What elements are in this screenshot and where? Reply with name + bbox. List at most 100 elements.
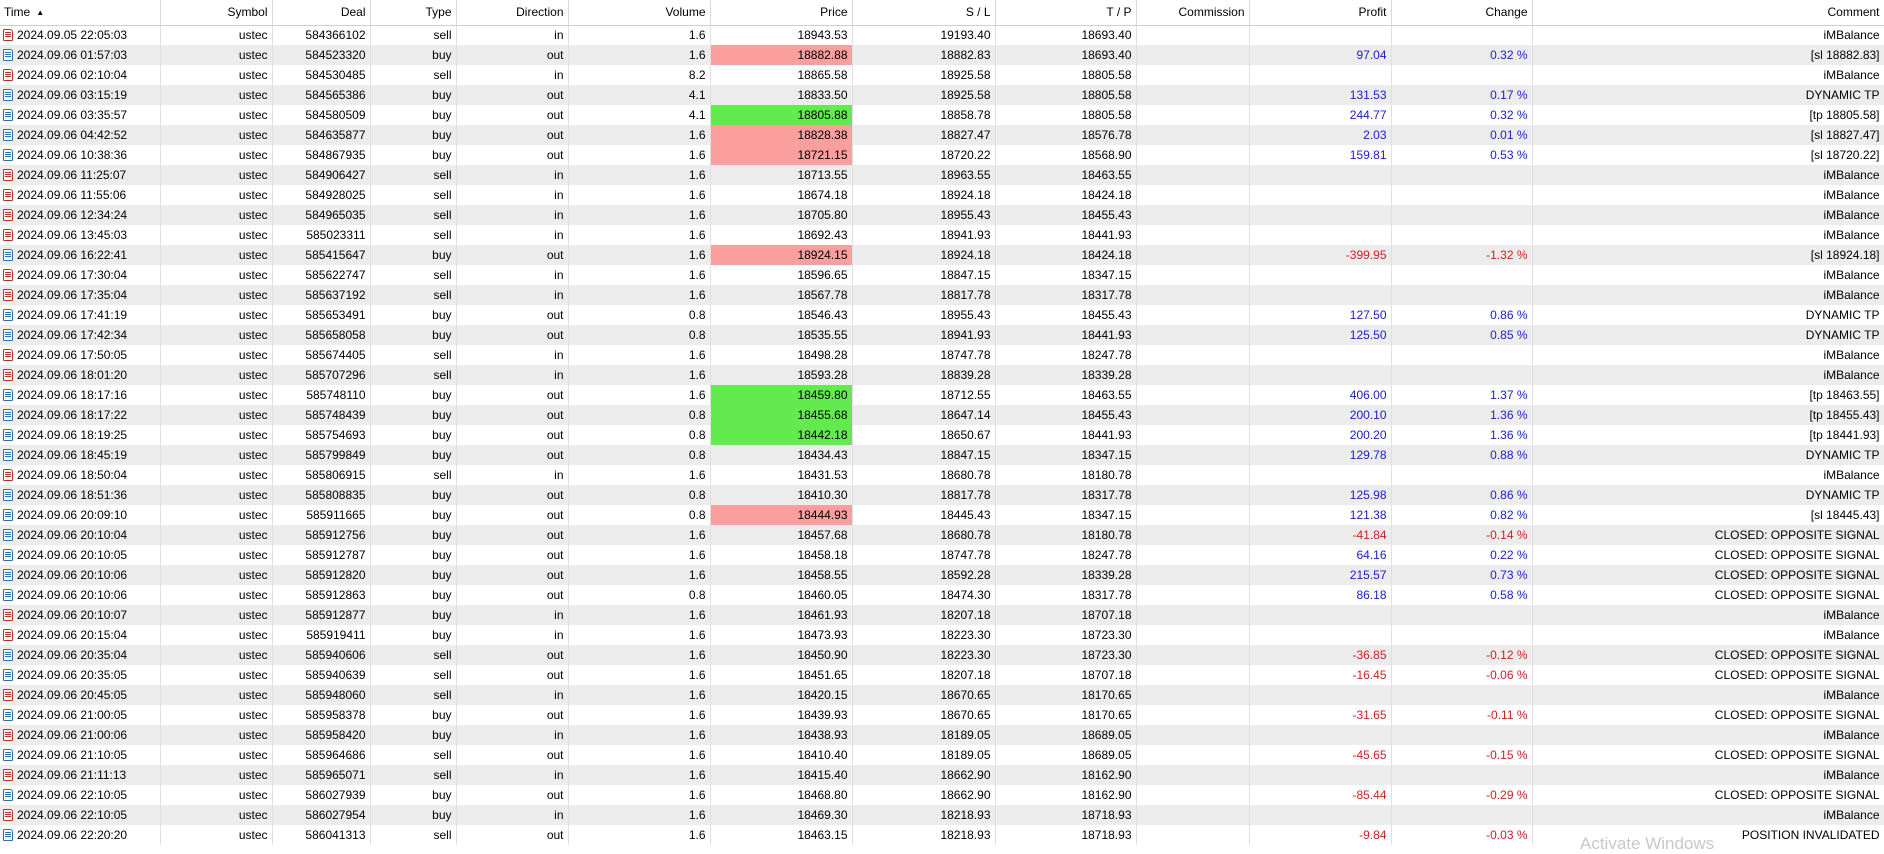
column-header-commission[interactable]: Commission [1136, 0, 1250, 26]
table-row[interactable]: 2024.09.06 17:30:04 ustec 585622747 sell in 1… [0, 265, 1884, 285]
table-row[interactable]: 2024.09.06 11:55:06 ustec 584928025 sell in 1… [0, 185, 1884, 205]
cell-time: 2024.09.06 03:15:19 [0, 85, 161, 105]
cell-commission [1136, 205, 1250, 225]
cell-type: buy [370, 305, 457, 325]
column-header-volume[interactable]: Volume [568, 0, 711, 26]
column-header-deal[interactable]: Deal [272, 0, 371, 26]
table-row[interactable]: 2024.09.06 18:50:04 ustec 585806915 sell in 1… [0, 465, 1884, 485]
table-row[interactable]: 2024.09.06 18:17:22 ustec 585748439 buy out 0… [0, 405, 1884, 425]
cell-symbol: ustec [160, 485, 273, 505]
column-header-direction[interactable]: Direction [456, 0, 569, 26]
cell-time: 2024.09.06 16:22:41 [0, 245, 161, 265]
cell-type: sell [370, 745, 457, 765]
table-row[interactable]: 2024.09.06 21:00:06 ustec 585958420 buy in 1.… [0, 725, 1884, 745]
table-row[interactable]: 2024.09.06 18:19:25 ustec 585754693 buy out 0… [0, 425, 1884, 445]
cell-tp: 18247.78 [995, 545, 1137, 565]
table-row[interactable]: 2024.09.06 20:15:04 ustec 585919411 buy in 1.… [0, 625, 1884, 645]
cell-direction: in [456, 25, 569, 45]
table-row[interactable]: 2024.09.06 20:10:07 ustec 585912877 buy in 1.… [0, 605, 1884, 625]
table-row[interactable]: 2024.09.06 17:41:19 ustec 585653491 buy out 0… [0, 305, 1884, 325]
column-header-price[interactable]: Price [710, 0, 853, 26]
cell-volume: 1.6 [568, 225, 711, 245]
table-row[interactable]: 2024.09.06 17:35:04 ustec 585637192 sell in 1… [0, 285, 1884, 305]
table-row[interactable]: 2024.09.06 20:35:04 ustec 585940606 sell out… [0, 645, 1884, 665]
cell-tp: 18441.93 [995, 225, 1137, 245]
table-row[interactable]: 2024.09.06 12:34:24 ustec 584965035 sell in 1… [0, 205, 1884, 225]
table-row[interactable]: 2024.09.06 20:10:05 ustec 585912787 buy out 1… [0, 545, 1884, 565]
cell-change [1391, 65, 1533, 85]
column-header-change[interactable]: Change [1391, 0, 1533, 26]
cell-sl: 18445.43 [852, 505, 996, 525]
table-row[interactable]: 2024.09.06 17:50:05 ustec 585674405 sell in 1… [0, 345, 1884, 365]
table-row[interactable]: 2024.09.06 03:35:57 ustec 584580509 buy out 4… [0, 105, 1884, 125]
cell-profit: 159.81 [1249, 145, 1392, 165]
table-row[interactable]: 2024.09.06 20:09:10 ustec 585911665 buy out 0… [0, 505, 1884, 525]
table-row[interactable]: 2024.09.06 20:10:06 ustec 585912820 buy out 1… [0, 565, 1884, 585]
table-row[interactable]: 2024.09.06 20:35:05 ustec 585940639 sell out… [0, 665, 1884, 685]
table-row[interactable]: 2024.09.05 22:05:03 ustec 584366102 sell in 1… [0, 25, 1884, 45]
cell-direction: out [456, 585, 569, 605]
cell-comment: iMBalance [1532, 365, 1884, 385]
cell-change: 0.32 % [1391, 45, 1533, 65]
column-header-profit[interactable]: Profit [1249, 0, 1392, 26]
cell-time-value: 2024.09.06 21:11:13 [17, 768, 127, 782]
table-row[interactable]: 2024.09.06 20:10:04 ustec 585912756 buy out 1… [0, 525, 1884, 545]
cell-profit: 244.77 [1249, 105, 1392, 125]
cell-tp: 18718.93 [995, 825, 1137, 845]
cell-direction: in [456, 225, 569, 245]
deal-out-icon [3, 389, 13, 401]
column-header-type[interactable]: Type [370, 0, 457, 26]
table-row[interactable]: 2024.09.06 21:11:13 ustec 585965071 sell in 1… [0, 765, 1884, 785]
cell-type: sell [370, 185, 457, 205]
cell-commission [1136, 625, 1250, 645]
table-row[interactable]: 2024.09.06 10:38:36 ustec 584867935 buy out 1… [0, 145, 1884, 165]
cell-type: sell [370, 25, 457, 45]
cell-symbol: ustec [160, 785, 273, 805]
cell-direction: in [456, 165, 569, 185]
column-header-time[interactable]: Time ▲ [0, 0, 161, 26]
column-header-tp[interactable]: T / P [995, 0, 1137, 26]
table-row[interactable]: 2024.09.06 22:10:05 ustec 586027939 buy out 1… [0, 785, 1884, 805]
column-header-symbol[interactable]: Symbol [160, 0, 273, 26]
cell-deal: 585948060 [272, 685, 371, 705]
column-header-comment[interactable]: Comment [1532, 0, 1884, 26]
table-row[interactable]: 2024.09.06 21:00:05 ustec 585958378 buy out 1… [0, 705, 1884, 725]
table-row[interactable]: 2024.09.06 16:22:41 ustec 585415647 buy out 1… [0, 245, 1884, 265]
cell-time-value: 2024.09.06 16:22:41 [17, 248, 128, 262]
table-row[interactable]: 2024.09.06 13:45:03 ustec 585023311 sell in 1… [0, 225, 1884, 245]
cell-deal: 585940606 [272, 645, 371, 665]
cell-direction: out [456, 825, 569, 845]
table-row[interactable]: 2024.09.06 04:42:52 ustec 584635877 buy out 1… [0, 125, 1884, 145]
cell-time-value: 2024.09.06 20:10:06 [17, 568, 128, 582]
table-row[interactable]: 2024.09.06 17:42:34 ustec 585658058 buy out 0… [0, 325, 1884, 345]
cell-comment: CLOSED: OPPOSITE SIGNAL [1532, 665, 1884, 685]
table-row[interactable]: 2024.09.06 20:45:05 ustec 585948060 sell in 1… [0, 685, 1884, 705]
table-row[interactable]: 2024.09.06 11:25:07 ustec 584906427 sell in 1… [0, 165, 1884, 185]
deal-in-icon [3, 469, 13, 481]
cell-time-value: 2024.09.06 10:38:36 [17, 148, 128, 162]
cell-volume: 1.6 [568, 205, 711, 225]
table-row[interactable]: 2024.09.06 02:10:04 ustec 584530485 sell in 8… [0, 65, 1884, 85]
cell-volume: 0.8 [568, 305, 711, 325]
table-row[interactable]: 2024.09.06 01:57:03 ustec 584523320 buy out 1… [0, 45, 1884, 65]
cell-comment: iMBalance [1532, 185, 1884, 205]
table-row[interactable]: 2024.09.06 18:51:36 ustec 585808835 buy out 0… [0, 485, 1884, 505]
cell-volume: 1.6 [568, 285, 711, 305]
table-row[interactable]: 2024.09.06 20:10:06 ustec 585912863 buy out 0… [0, 585, 1884, 605]
table-row[interactable]: 2024.09.06 21:10:05 ustec 585964686 sell out… [0, 745, 1884, 765]
cell-deal: 586027939 [272, 785, 371, 805]
table-row[interactable]: 2024.09.06 18:45:19 ustec 585799849 buy out 0… [0, 445, 1884, 465]
table-row[interactable]: 2024.09.06 18:17:16 ustec 585748110 buy out 1… [0, 385, 1884, 405]
table-row[interactable]: 2024.09.06 22:10:05 ustec 586027954 buy in 1.… [0, 805, 1884, 825]
table-row[interactable]: 2024.09.06 18:01:20 ustec 585707296 sell in 1… [0, 365, 1884, 385]
cell-sl: 18941.93 [852, 225, 996, 245]
cell-time-value: 2024.09.06 21:00:06 [17, 728, 128, 742]
cell-time: 2024.09.06 17:41:19 [0, 305, 161, 325]
table-row[interactable]: 2024.09.06 22:20:20 ustec 586041313 sell out… [0, 825, 1884, 845]
column-header-sl[interactable]: S / L [852, 0, 996, 26]
column-header-time-label: Time [4, 5, 31, 20]
cell-change: 0.17 % [1391, 85, 1533, 105]
table-row[interactable]: 2024.09.06 03:15:19 ustec 584565386 buy out 4… [0, 85, 1884, 105]
cell-change: 0.22 % [1391, 545, 1533, 565]
cell-change [1391, 25, 1533, 45]
